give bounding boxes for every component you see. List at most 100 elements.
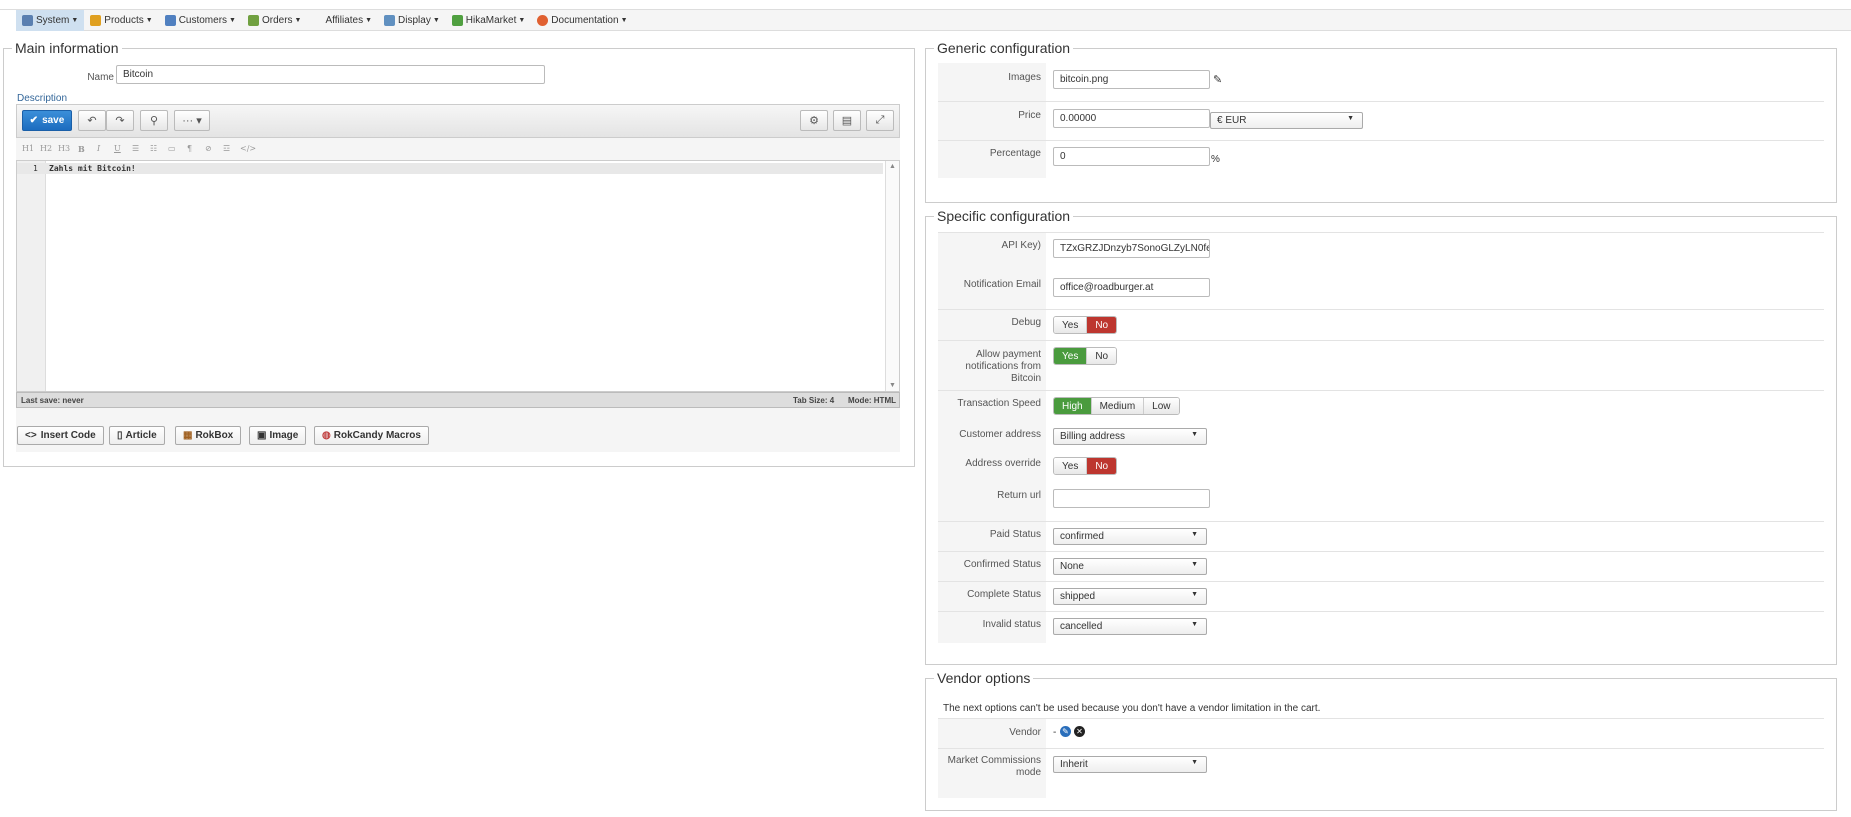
- menu-display[interactable]: Display ▼: [378, 10, 446, 31]
- remove-vendor-icon[interactable]: ✕: [1074, 726, 1085, 737]
- confirmed-status-select[interactable]: None ▼: [1053, 558, 1207, 575]
- format-underline[interactable]: U: [114, 144, 121, 153]
- chevron-down-icon: ▼: [1191, 531, 1198, 538]
- address-override-toggle[interactable]: Yes No: [1053, 457, 1118, 475]
- redo-icon: ↷: [115, 115, 125, 127]
- redo-button[interactable]: ↷: [106, 110, 134, 131]
- menu-documentation[interactable]: Documentation ▼: [531, 10, 633, 31]
- more-button[interactable]: ··· ▾: [174, 110, 210, 131]
- images-input[interactable]: bitcoin.png: [1053, 70, 1210, 89]
- display-icon: [384, 14, 396, 26]
- format-code[interactable]: </>: [240, 144, 256, 153]
- invalid-status-select[interactable]: cancelled ▼: [1053, 618, 1207, 635]
- generic-configuration-legend: Generic configuration: [937, 40, 1071, 56]
- notification-email-input[interactable]: office@roadburger.at: [1053, 278, 1210, 297]
- notification-email-label: Notification Email: [963, 279, 1041, 290]
- debug-toggle[interactable]: Yes No: [1053, 316, 1118, 334]
- document-icon: ▯: [117, 430, 123, 441]
- format-italic[interactable]: I: [97, 144, 100, 153]
- complete-status-select[interactable]: shipped ▼: [1053, 588, 1207, 605]
- price-label: Price: [1018, 110, 1041, 121]
- save-button[interactable]: ✔ save: [22, 110, 72, 131]
- search-button[interactable]: ⚲: [140, 110, 168, 131]
- vendor-value: -: [1053, 727, 1057, 738]
- percentage-label: Percentage: [989, 148, 1041, 159]
- percent-sign: %: [1211, 154, 1220, 165]
- gear-icon: ⚙: [809, 115, 819, 127]
- address-override-no[interactable]: No: [1087, 458, 1117, 474]
- allow-payment-toggle[interactable]: Yes No: [1053, 347, 1118, 365]
- edit-vendor-icon[interactable]: ✎: [1060, 726, 1071, 737]
- settings-button[interactable]: ⚙: [800, 110, 828, 131]
- editor-scrollbar[interactable]: ▲ ▼: [885, 161, 899, 391]
- menu-customers[interactable]: Customers ▼: [159, 10, 242, 31]
- rokcandy-macros-button[interactable]: ◍ RokCandy Macros: [314, 426, 429, 445]
- format-paragraph[interactable]: ¶: [187, 144, 192, 153]
- article-button[interactable]: ▯ Article: [109, 426, 165, 445]
- mode-status: Mode: HTML: [848, 396, 896, 405]
- menu-hikamarket[interactable]: HikaMarket ▼: [446, 10, 532, 31]
- percentage-input[interactable]: 0: [1053, 147, 1210, 166]
- format-hr[interactable]: ☲: [223, 144, 230, 153]
- address-override-yes[interactable]: Yes: [1054, 458, 1088, 474]
- speed-high[interactable]: High: [1054, 398, 1092, 414]
- format-link[interactable]: ⊘: [205, 144, 212, 153]
- customer-address-select[interactable]: Billing address ▼: [1053, 428, 1207, 445]
- allow-payment-no[interactable]: No: [1087, 348, 1117, 364]
- market-commissions-select[interactable]: Inherit ▼: [1053, 756, 1207, 773]
- code-editor[interactable]: 1 Zahls mit Bitcoin! ▲ ▼: [16, 160, 900, 392]
- scroll-up-icon: ▲: [889, 163, 896, 170]
- format-unordered-list[interactable]: ☷: [150, 144, 157, 153]
- market-commissions-label: Market Commissions mode: [947, 755, 1041, 778]
- paid-status-label: Paid Status: [989, 529, 1041, 540]
- main-information-legend: Main information: [15, 40, 119, 56]
- currency-select[interactable]: € EUR ▼: [1210, 112, 1363, 129]
- image-button[interactable]: ▣ Image: [249, 426, 307, 445]
- box-icon: [90, 14, 102, 26]
- undo-button[interactable]: ↶: [78, 110, 106, 131]
- format-bold[interactable]: B: [78, 144, 85, 154]
- active-line: [17, 163, 883, 174]
- print-button[interactable]: ▤: [833, 110, 861, 131]
- market-icon: [451, 14, 463, 26]
- api-key-input[interactable]: TZxGRZJDnzyb7SonoGLZyLN0fe: [1053, 239, 1210, 258]
- complete-status-label: Complete Status: [967, 589, 1041, 600]
- check-circle-icon: ✔: [29, 115, 39, 126]
- insert-code-button[interactable]: <> Insert Code: [17, 426, 104, 445]
- customer-address-label: Customer address: [959, 429, 1041, 440]
- format-ordered-list[interactable]: ☰: [132, 144, 139, 153]
- paid-status-select[interactable]: confirmed ▼: [1053, 528, 1207, 545]
- menu-products[interactable]: Products ▼: [84, 10, 158, 31]
- speed-medium[interactable]: Medium: [1091, 398, 1145, 414]
- format-bar: H1 H2 H3 B I U ☰ ☷ ▭ ¶ ⊘ ☲ </>: [16, 140, 900, 157]
- rokbox-icon: ▦: [183, 430, 193, 441]
- last-save-status: Last save: never: [21, 396, 84, 405]
- format-h2[interactable]: H2: [40, 144, 52, 153]
- rokbox-button[interactable]: ▦ RokBox: [175, 426, 242, 445]
- format-image[interactable]: ▭: [168, 144, 176, 153]
- speed-low[interactable]: Low: [1144, 398, 1179, 414]
- editor-text: Zahls mit Bitcoin!: [49, 164, 136, 173]
- transaction-speed-toggle[interactable]: High Medium Low: [1053, 397, 1180, 415]
- debug-no[interactable]: No: [1087, 317, 1117, 333]
- allow-payment-yes[interactable]: Yes: [1054, 348, 1088, 364]
- pencil-icon[interactable]: ✎: [1213, 73, 1222, 86]
- return-url-input[interactable]: [1053, 489, 1210, 508]
- name-input[interactable]: Bitcoin: [116, 65, 545, 84]
- fullscreen-button[interactable]: ⤢: [866, 110, 894, 131]
- price-input[interactable]: 0.00000: [1053, 109, 1210, 128]
- chevron-down-icon: ▼: [1191, 561, 1198, 568]
- format-h1[interactable]: H1: [22, 144, 34, 153]
- allow-payment-label: Allow payment notifications from Bitcoin: [965, 349, 1041, 384]
- specific-configuration-legend: Specific configuration: [937, 208, 1071, 224]
- debug-yes[interactable]: Yes: [1054, 317, 1088, 333]
- format-h3[interactable]: H3: [58, 144, 70, 153]
- vendor-options-legend: Vendor options: [937, 670, 1031, 686]
- menu-system[interactable]: System ▼: [16, 9, 85, 31]
- code-icon: <>: [25, 430, 37, 441]
- return-url-label: Return url: [997, 490, 1041, 501]
- menu-affiliates[interactable]: Affiliates ▼: [319, 10, 378, 31]
- menu-orders[interactable]: Orders ▼: [242, 10, 308, 31]
- chevron-down-icon: ▼: [1347, 115, 1354, 122]
- confirmed-status-label: Confirmed Status: [963, 559, 1041, 570]
